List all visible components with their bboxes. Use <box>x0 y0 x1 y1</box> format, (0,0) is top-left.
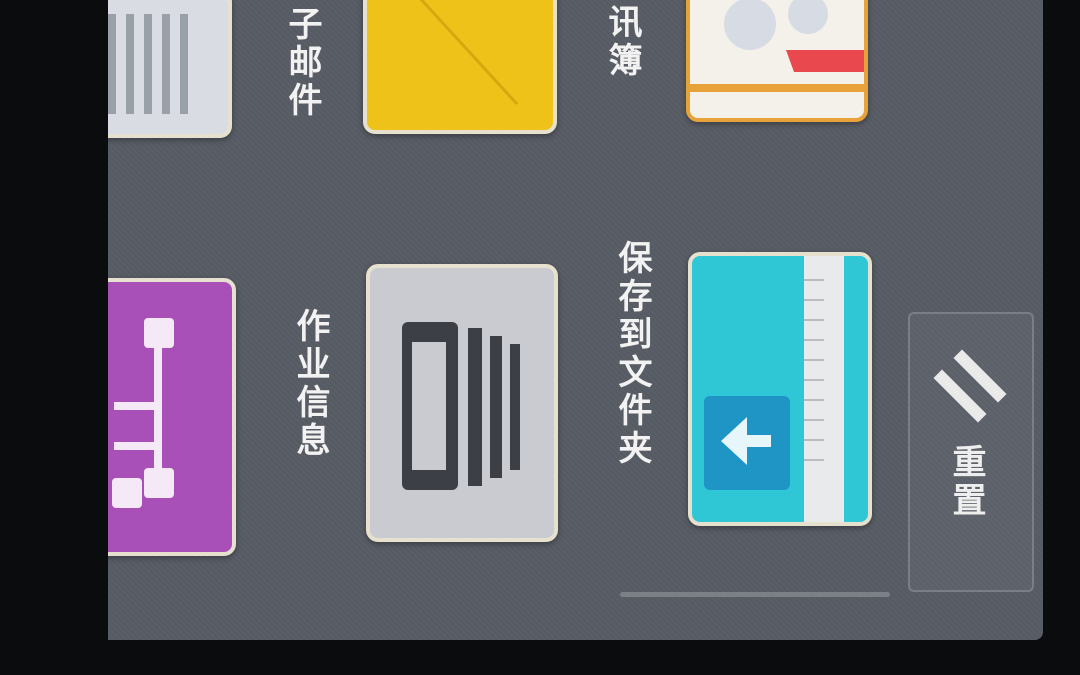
scroll-indicator <box>620 592 890 597</box>
scan-tile[interactable] <box>108 0 232 138</box>
printer-touch-screen: 子邮件 讯簿 作业信息 保存到文件夹 重置 <box>108 0 1043 640</box>
save-to-folder-label: 保存到文件夹 <box>612 240 652 468</box>
envelope-icon <box>419 0 519 106</box>
save-to-folder-tile[interactable] <box>688 252 872 526</box>
double-chevron-icon <box>933 349 1007 423</box>
printer-job-icon <box>402 322 520 490</box>
network-tile[interactable] <box>108 278 236 556</box>
document-lines-icon <box>108 14 188 114</box>
address-book-tile[interactable] <box>686 0 868 122</box>
email-label: 子邮件 <box>282 6 322 120</box>
network-tree-icon <box>112 318 174 508</box>
job-info-label: 作业信息 <box>290 308 330 460</box>
contact-card-icon <box>690 0 864 92</box>
folder-save-icon <box>704 256 844 522</box>
reset-button[interactable]: 重置 <box>908 312 1034 592</box>
address-book-label: 讯簿 <box>602 4 642 80</box>
reset-label: 重置 <box>946 444 986 520</box>
job-info-tile[interactable] <box>366 264 558 542</box>
yellow-function-tile[interactable] <box>363 0 557 134</box>
